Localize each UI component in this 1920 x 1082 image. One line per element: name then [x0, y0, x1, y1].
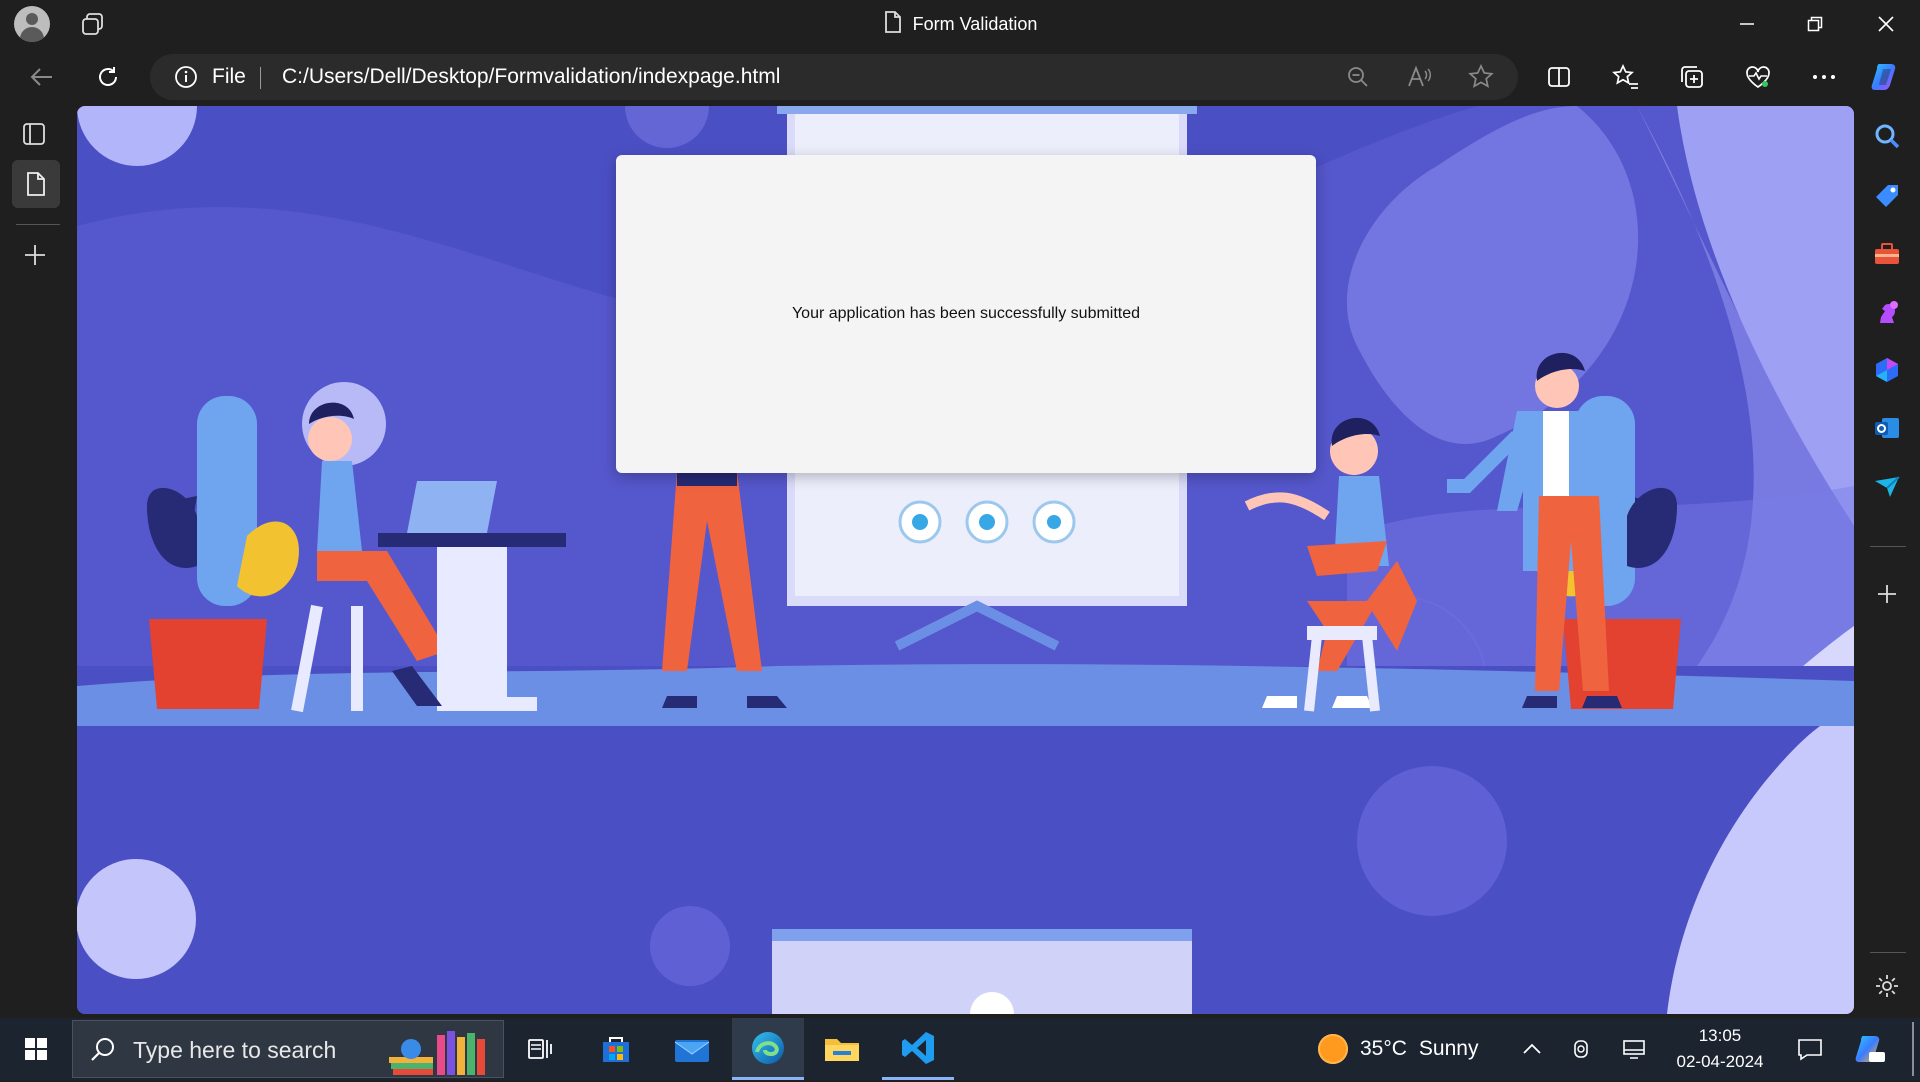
search-highlight-books-icon: [389, 1027, 501, 1077]
notifications-button[interactable]: [1776, 1018, 1844, 1080]
windows-taskbar: Type here to search 35°C Sunny 13:05 02-…: [0, 1018, 1920, 1080]
sidebar-divider: [1870, 546, 1906, 547]
weather-widget[interactable]: 35°C Sunny: [1318, 1018, 1478, 1080]
collections-button[interactable]: [1668, 53, 1716, 101]
navigation-bar: File C:/Users/Dell/Desktop/Formvalidatio…: [0, 48, 1920, 106]
task-view-icon: [528, 1039, 552, 1059]
tab-divider: [16, 224, 60, 225]
title-bar: Form Validation: [0, 0, 1920, 48]
mail-button[interactable]: [656, 1018, 728, 1080]
restore-icon: [1807, 16, 1823, 32]
collections-icon: [1681, 66, 1703, 88]
sidebar-settings-gear-icon[interactable]: [1867, 966, 1907, 1006]
success-message: Your application has been successfully s…: [791, 305, 1141, 322]
refresh-icon: [99, 67, 117, 86]
outlook-icon[interactable]: [1867, 408, 1907, 448]
split-screen-button[interactable]: [1535, 53, 1583, 101]
tools-toolbox-icon[interactable]: [1867, 234, 1907, 274]
window-title: Form Validation: [0, 0, 1920, 48]
sidebar-search-icon[interactable]: [1867, 116, 1907, 156]
microsoft-store-button[interactable]: [580, 1018, 652, 1080]
close-icon: [1878, 16, 1894, 32]
file-explorer-button[interactable]: [806, 1018, 878, 1080]
window-title-text: Form Validation: [912, 13, 1038, 34]
tab-page-icon: [27, 172, 45, 196]
plus-icon: [25, 245, 45, 265]
notification-icon: [1798, 1039, 1822, 1061]
start-button[interactable]: [0, 1018, 72, 1080]
sidebar-divider-bottom: [1870, 952, 1906, 953]
show-desktop-button[interactable]: [1912, 1022, 1914, 1076]
task-view-button[interactable]: [504, 1018, 576, 1080]
close-button[interactable]: [1852, 0, 1920, 48]
shopping-tag-icon[interactable]: [1867, 176, 1907, 216]
edge-taskbar-button[interactable]: [732, 1018, 804, 1080]
vscode-button[interactable]: [882, 1018, 954, 1080]
back-button[interactable]: [18, 53, 66, 101]
restore-button[interactable]: [1781, 0, 1849, 48]
monitor-icon: [1623, 1040, 1645, 1059]
protocol-label: File: [212, 65, 246, 88]
copilot-icon: [1871, 64, 1896, 90]
store-icon: [603, 1037, 629, 1062]
copilot-pre-icon: [1855, 1036, 1885, 1062]
back-arrow-icon: [30, 68, 52, 86]
url-text[interactable]: C:/Users/Dell/Desktop/Formvalidation/ind…: [282, 54, 780, 100]
refresh-button[interactable]: [84, 53, 132, 101]
tab-actions-icon[interactable]: [20, 120, 48, 153]
favorites-icon: [1612, 64, 1638, 89]
sun-icon: [1318, 1034, 1348, 1064]
read-aloud-icon[interactable]: [1407, 65, 1433, 94]
microsoft-365-icon[interactable]: [1867, 350, 1907, 390]
mail-icon: [674, 1040, 710, 1062]
more-dots-icon: [1813, 75, 1835, 79]
windows-logo-icon: [25, 1038, 47, 1060]
weather-condition: Sunny: [1418, 1037, 1479, 1060]
minimize-button[interactable]: [1713, 0, 1781, 48]
drop-send-icon[interactable]: [1867, 466, 1907, 506]
new-tab-button[interactable]: [22, 242, 48, 273]
edge-icon: [752, 1031, 784, 1064]
network-display-button[interactable]: [1600, 1018, 1668, 1080]
site-info-icon[interactable]: [174, 65, 198, 94]
camera-icon: [1574, 1040, 1588, 1058]
games-chess-icon[interactable]: [1867, 292, 1907, 332]
taskbar-search-box[interactable]: Type here to search: [72, 1020, 504, 1078]
clock-date: 02-04-2024: [1676, 1052, 1764, 1071]
weather-temperature: 35°C: [1360, 1037, 1407, 1060]
browser-essentials-button[interactable]: [1734, 53, 1782, 101]
split-screen-icon: [1548, 67, 1570, 87]
minimize-icon: [1740, 23, 1754, 25]
vscode-icon: [902, 1031, 934, 1064]
address-divider: [260, 67, 261, 89]
system-clock[interactable]: 13:05 02-04-2024: [1660, 1023, 1780, 1077]
success-dialog: Your application has been successfully s…: [616, 155, 1316, 473]
copilot-preview-button[interactable]: [1836, 1018, 1904, 1080]
vertical-tab-bar: [0, 106, 77, 1018]
copilot-button[interactable]: [1862, 53, 1910, 101]
page-document-icon: [883, 10, 903, 39]
more-options-button[interactable]: [1800, 53, 1848, 101]
folder-icon: [825, 1039, 859, 1061]
edge-sidebar: [1854, 106, 1920, 1018]
favorites-button[interactable]: [1602, 53, 1650, 101]
favorite-star-icon[interactable]: [1468, 64, 1494, 95]
web-page-content: Your application has been successfully s…: [77, 106, 1854, 1014]
heart-pulse-icon: [1746, 66, 1770, 89]
search-placeholder: Type here to search: [133, 1036, 337, 1063]
address-bar[interactable]: File C:/Users/Dell/Desktop/Formvalidatio…: [150, 54, 1518, 100]
search-icon: [89, 1036, 117, 1069]
zoom-out-icon[interactable]: [1346, 65, 1370, 94]
sidebar-add-icon[interactable]: [1867, 574, 1907, 614]
clock-time: 13:05: [1698, 1026, 1742, 1045]
chevron-up-icon: [1523, 1043, 1541, 1054]
tab-form-validation[interactable]: [12, 160, 60, 208]
